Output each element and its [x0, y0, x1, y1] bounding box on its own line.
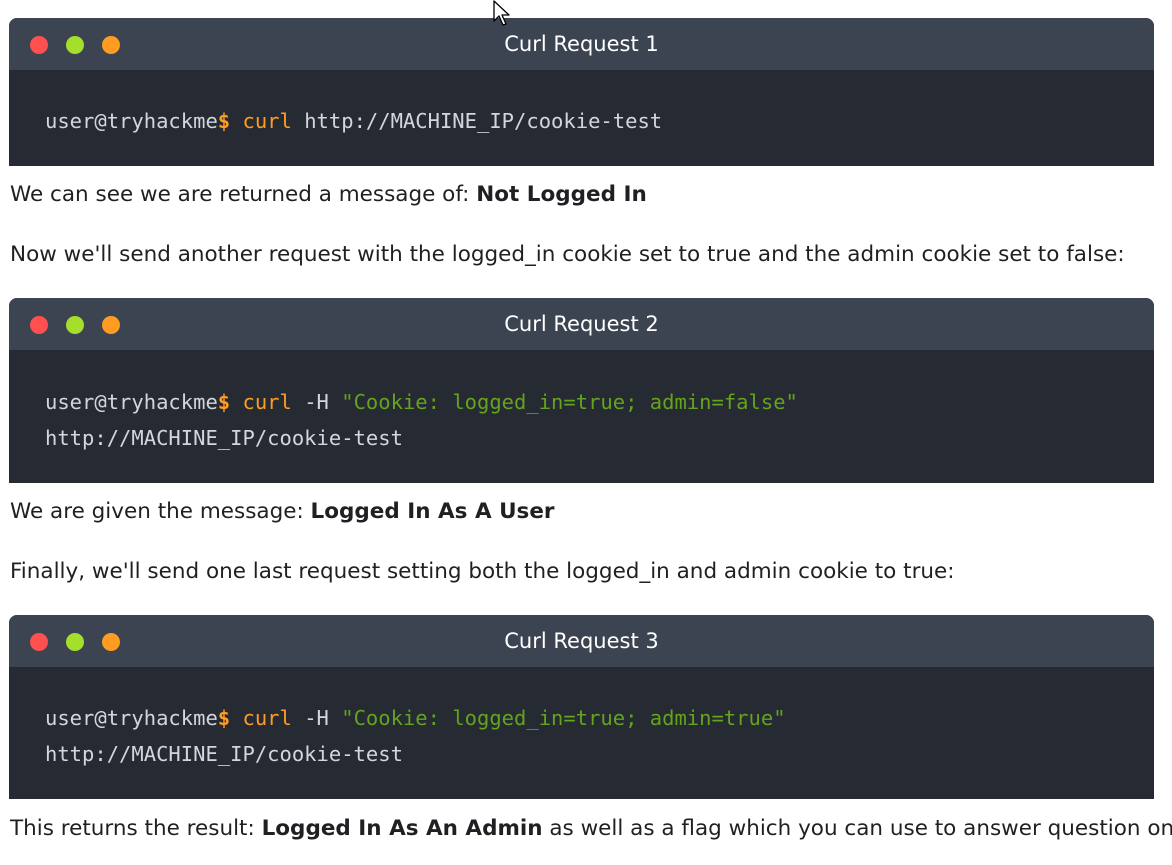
prompt-user: user@tryhackme [45, 390, 218, 414]
command-line: user@tryhackme$ curl http://MACHINE_IP/c… [45, 103, 1154, 139]
command-args: -H [304, 706, 329, 730]
paragraph-bold: Logged In As A User [310, 499, 555, 524]
terminal-body: user@tryhackme$ curl -H "Cookie: logged_… [9, 667, 1154, 772]
command-string: "Cookie: logged_in=true; admin=true" [341, 706, 786, 730]
paragraph-text: This returns the result: [10, 816, 262, 841]
terminal-body: user@tryhackme$ curl -H "Cookie: logged_… [9, 350, 1154, 456]
command-args: -H [304, 390, 329, 414]
terminal-title: Curl Request 2 [504, 312, 659, 336]
terminal-window-2: Curl Request 2 user@tryhackme$ curl -H "… [9, 298, 1154, 483]
prompt-symbol: $ [217, 390, 231, 414]
prompt-symbol: $ [217, 706, 231, 730]
terminal-window-1: Curl Request 1 user@tryhackme$ curl http… [9, 18, 1154, 166]
command-line: user@tryhackme$ curl -H "Cookie: logged_… [45, 384, 1154, 420]
mouse-pointer-icon [493, 0, 510, 26]
terminal-titlebar: Curl Request 1 [9, 18, 1154, 70]
command-line: user@tryhackme$ curl -H "Cookie: logged_… [45, 700, 1154, 736]
prompt-symbol: $ [217, 109, 231, 133]
command-name: curl [242, 706, 292, 730]
terminal-titlebar: Curl Request 3 [9, 615, 1154, 667]
terminal-window-3: Curl Request 3 user@tryhackme$ curl -H "… [9, 615, 1154, 799]
paragraph-text: We can see we are returned a message of: [10, 182, 477, 207]
paragraph-result-2: We are given the message: Logged In As A… [10, 498, 555, 526]
command-name: curl [242, 390, 292, 414]
paragraph-instruction-2: Now we'll send another request with the … [10, 241, 1125, 269]
command-string: "Cookie: logged_in=true; admin=false" [341, 390, 798, 414]
paragraph-text-after: as well as a flag which you can use to a… [542, 816, 1172, 841]
paragraph-bold: Not Logged In [476, 182, 647, 207]
prompt-user: user@tryhackme [45, 109, 218, 133]
paragraph-text: We are given the message: [10, 499, 311, 524]
command-args: http://MACHINE_IP/cookie-test [304, 109, 663, 133]
terminal-body: user@tryhackme$ curl http://MACHINE_IP/c… [9, 70, 1154, 139]
command-name: curl [242, 109, 292, 133]
prompt-user: user@tryhackme [45, 706, 218, 730]
paragraph-text: Now we'll send another request with the … [10, 242, 1125, 267]
paragraph-instruction-3: Finally, we'll send one last request set… [10, 558, 955, 586]
paragraph-text: Finally, we'll send one last request set… [10, 559, 955, 584]
command-line-continuation: http://MACHINE_IP/cookie-test [45, 742, 403, 766]
paragraph-result-3: This returns the result: Logged In As An… [10, 815, 1172, 843]
terminal-titlebar: Curl Request 2 [9, 298, 1154, 350]
terminal-title: Curl Request 1 [504, 32, 659, 56]
terminal-title: Curl Request 3 [504, 629, 659, 653]
paragraph-bold: Logged In As An Admin [261, 816, 543, 841]
paragraph-result-1: We can see we are returned a message of:… [10, 181, 647, 209]
command-line-continuation: http://MACHINE_IP/cookie-test [45, 426, 403, 450]
